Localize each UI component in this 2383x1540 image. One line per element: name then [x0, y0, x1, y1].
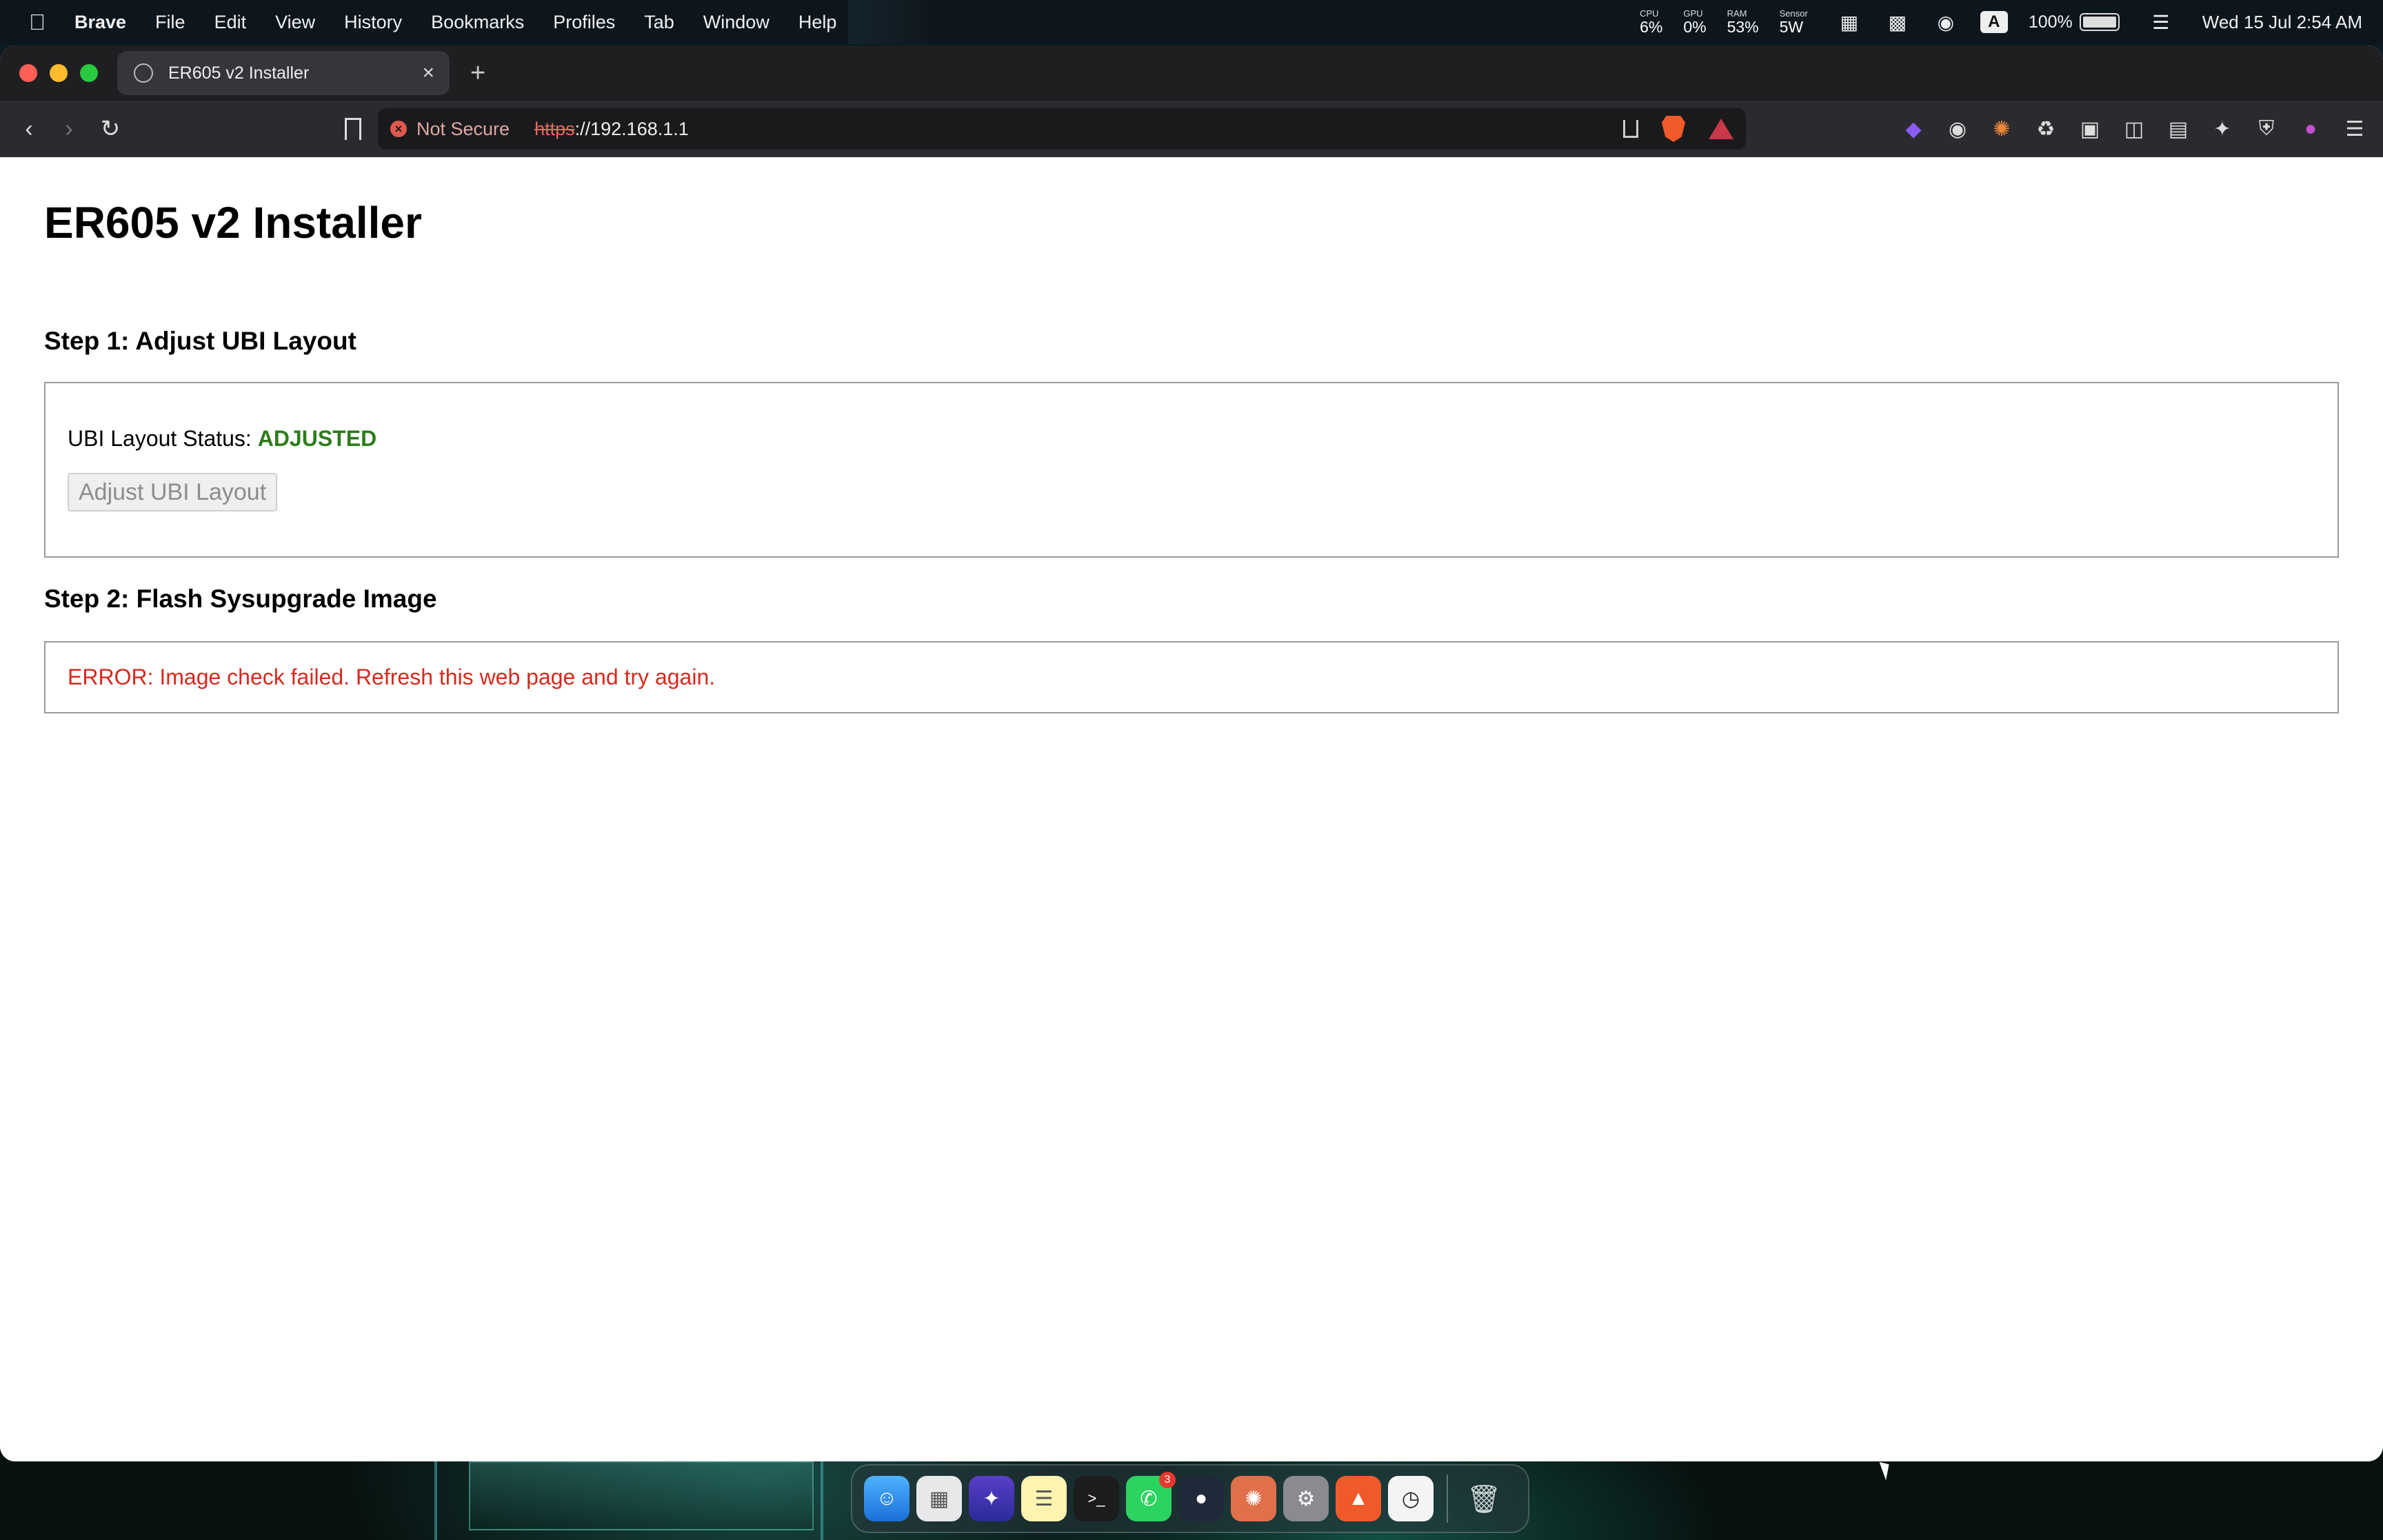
- claude-icon[interactable]: ✺: [1231, 1476, 1276, 1521]
- ram-label: RAM: [1727, 8, 1747, 19]
- sensor-value: 5W: [1779, 18, 1804, 36]
- sensor-label: Sensor: [1779, 8, 1808, 19]
- back-icon[interactable]: ‹: [15, 116, 43, 143]
- address-bar-actions: [1623, 116, 1733, 142]
- cpu-stat[interactable]: CPU 6%: [1640, 9, 1662, 35]
- window-controls: [19, 64, 98, 82]
- gpu-stat[interactable]: GPU 0%: [1683, 9, 1706, 35]
- menu-edit[interactable]: Edit: [214, 12, 247, 33]
- menu-icon[interactable]: ☰: [2343, 117, 2366, 141]
- ubi-status-value: ADJUSTED: [257, 426, 377, 451]
- ram-stat[interactable]: RAM 53%: [1727, 9, 1759, 35]
- step2-panel: ERROR: Image check failed. Refresh this …: [44, 641, 2339, 713]
- bookmark-icon[interactable]: [345, 118, 361, 140]
- compass-app-icon[interactable]: ✦: [969, 1476, 1014, 1521]
- vpn-icon[interactable]: ⛨: [2255, 117, 2278, 141]
- menu-bar-clock[interactable]: Wed 15 Jul 2:54 AM: [2202, 12, 2362, 33]
- menu-history[interactable]: History: [344, 12, 402, 33]
- globe-icon: [134, 63, 153, 83]
- web-page: ER605 v2 Installer Step 1: Adjust UBI La…: [0, 157, 2383, 1461]
- minimize-window-button[interactable]: [50, 64, 68, 82]
- menu-bar-status-area: CPU 6% GPU 0% RAM 53% Sensor 5W ▦ ▩ ◉ A …: [1640, 0, 2362, 44]
- menu-view[interactable]: View: [275, 12, 315, 33]
- finder-icon[interactable]: ☺: [864, 1476, 909, 1521]
- wallpaper-panel: [469, 1461, 814, 1530]
- whatsapp-icon[interactable]: ✆ 3: [1126, 1472, 1176, 1521]
- tab-bar: ER605 v2 Installer × +: [0, 45, 2383, 101]
- tab-title: ER605 v2 Installer: [168, 63, 310, 83]
- wallpaper-line: [821, 1461, 823, 1540]
- wallpaper-line: [434, 1461, 437, 1540]
- step1-panel: UBI Layout Status: ADJUSTED Adjust UBI L…: [44, 382, 2339, 558]
- zoom-window-button[interactable]: [80, 64, 98, 82]
- menu-app-name[interactable]: Brave: [74, 12, 126, 33]
- close-window-button[interactable]: [19, 64, 37, 82]
- macos-menu-bar:  Brave File Edit View History Bookmarks…: [0, 0, 2383, 44]
- display-icon[interactable]: ▩: [1884, 8, 1911, 36]
- davinci-resolve-icon[interactable]: ●: [1178, 1476, 1224, 1521]
- input-source-icon[interactable]: A: [1980, 11, 2008, 33]
- extension-sparkle-icon[interactable]: ✺: [1990, 117, 2013, 141]
- browser-window: ER605 v2 Installer × + ‹ › ↻ × Not Secur…: [0, 45, 2383, 1461]
- extensions-area: ◆ ◉ ✺ ♻ ▣ ◫ ▤ ✦ ⛨ ● ☰: [1902, 117, 2366, 141]
- active-tab[interactable]: ER605 v2 Installer ×: [117, 51, 450, 95]
- adjust-ubi-layout-button[interactable]: Adjust UBI Layout: [68, 473, 278, 511]
- reload-icon[interactable]: ↻: [97, 115, 124, 143]
- memory-icon[interactable]: ▦: [1836, 8, 1863, 36]
- close-tab-icon[interactable]: ×: [422, 61, 434, 85]
- browser-toolbar: ‹ › ↻ × Not Secure https ://192.168.1.1 …: [0, 101, 2383, 157]
- extension-diamond-icon[interactable]: ◆: [1902, 117, 1925, 141]
- extension-globe-icon[interactable]: ◉: [1946, 117, 1969, 141]
- menu-file[interactable]: File: [155, 12, 185, 33]
- menu-profiles[interactable]: Profiles: [553, 12, 615, 33]
- whatsapp-badge: 3: [1159, 1472, 1176, 1488]
- ubi-status-label: UBI Layout Status:: [68, 426, 258, 451]
- ubi-status-line: UBI Layout Status: ADJUSTED: [68, 426, 376, 452]
- launchpad-icon[interactable]: ▦: [916, 1476, 962, 1521]
- share-icon[interactable]: [1623, 120, 1638, 138]
- url-host: ://192.168.1.1: [574, 118, 689, 139]
- profile-avatar-icon[interactable]: ●: [2299, 117, 2322, 141]
- forward-icon[interactable]: ›: [55, 116, 83, 143]
- extensions-puzzle-icon[interactable]: ♻: [2034, 117, 2058, 141]
- dock: ☺ ▦ ✦ ☰ >_ ✆ 3 ● ✺ ⚙ ▲ ◷ 🗑: [851, 1464, 1529, 1533]
- cpu-label: CPU: [1640, 8, 1659, 19]
- battery-percent: 100%: [2028, 12, 2073, 32]
- menu-bookmarks[interactable]: Bookmarks: [431, 12, 524, 33]
- leo-ai-icon[interactable]: ✦: [2211, 117, 2234, 141]
- security-label[interactable]: Not Secure: [416, 119, 510, 140]
- ram-value: 53%: [1727, 18, 1759, 36]
- menu-window[interactable]: Window: [703, 12, 770, 33]
- clock-app-icon[interactable]: ◷: [1388, 1476, 1434, 1521]
- page-title: ER605 v2 Installer: [44, 198, 422, 247]
- gpu-value: 0%: [1683, 18, 1707, 36]
- record-icon[interactable]: ◉: [1932, 8, 1960, 36]
- error-message: ERROR: Image check failed. Refresh this …: [68, 665, 716, 689]
- brave-shields-icon[interactable]: [1662, 116, 1685, 142]
- notes-icon[interactable]: ☰: [1021, 1476, 1067, 1521]
- sensor-stat[interactable]: Sensor 5W: [1780, 9, 1808, 35]
- new-tab-button[interactable]: +: [470, 59, 485, 88]
- address-bar[interactable]: × Not Secure https ://192.168.1.1: [378, 108, 1746, 150]
- step1-heading: Step 1: Adjust UBI Layout: [44, 327, 356, 355]
- system-settings-icon[interactable]: ⚙: [1283, 1476, 1329, 1521]
- terminal-icon[interactable]: >_: [1074, 1476, 1119, 1521]
- sidebar-toggle-icon[interactable]: ◫: [2122, 117, 2146, 141]
- gpu-label: GPU: [1683, 8, 1703, 19]
- control-center-icon[interactable]: ☰: [2147, 8, 2175, 36]
- url-scheme: https: [534, 118, 575, 139]
- menu-tab[interactable]: Tab: [644, 12, 674, 33]
- brave-rewards-icon[interactable]: [1709, 119, 1733, 139]
- dock-separator: [1447, 1475, 1448, 1523]
- not-secure-icon[interactable]: ×: [390, 121, 407, 137]
- apple-icon[interactable]: : [25, 10, 50, 35]
- battery-icon[interactable]: [2079, 13, 2120, 31]
- menu-help[interactable]: Help: [798, 12, 837, 33]
- trash-icon[interactable]: 🗑: [1461, 1476, 1507, 1521]
- step2-heading: Step 2: Flash Sysupgrade Image: [44, 585, 437, 613]
- brave-browser-icon[interactable]: ▲: [1336, 1476, 1381, 1521]
- extension-search-icon[interactable]: ▣: [2078, 117, 2102, 141]
- wallet-icon[interactable]: ▤: [2166, 117, 2190, 141]
- cpu-value: 6%: [1640, 18, 1663, 36]
